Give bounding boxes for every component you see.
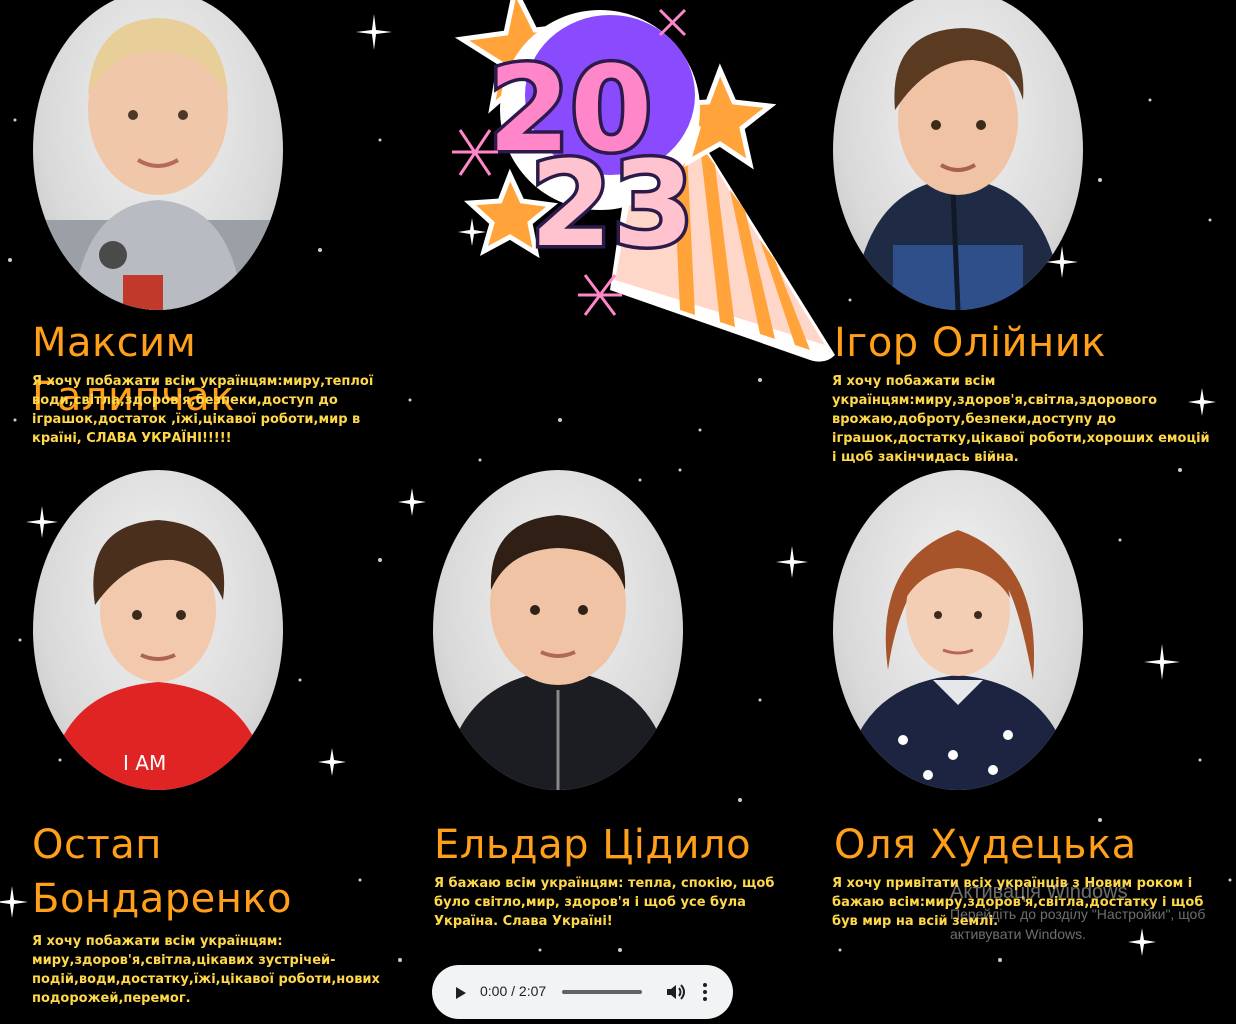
watermark-line2: Перейдіть до розділу "Настройки", щоб [950, 906, 1206, 922]
person-name: Остап Бондаренко [32, 818, 292, 926]
portrait-ostap: I AM [33, 470, 283, 790]
person-card-eldar: Ельдар Цідило Я бажаю всім українцям: те… [432, 465, 812, 945]
person-wish: Я хочу побажати всім українцям: миру,здо… [32, 934, 380, 1006]
watermark-line3: активувати Windows. [950, 926, 1086, 942]
new-year-2023-logo: 20 23 [452, 0, 835, 362]
more-options-icon[interactable] [700, 981, 710, 1003]
page-stage: 20 23 Максим Галипчак Я хочу побажати вс… [0, 0, 1236, 1024]
person-name: Ельдар Цідило [434, 822, 752, 868]
play-icon[interactable] [450, 983, 470, 1003]
person-wish: Я бажаю всім українцям: тепла, спокію, щ… [434, 876, 775, 929]
person-card-maksym: Максим Галипчак Я хочу побажати всім укр… [30, 0, 410, 460]
person-card-ostap: I AM Остап Бондаренко Я хочу побажати вс… [30, 465, 410, 1020]
volume-icon[interactable] [664, 981, 686, 1003]
person-name: Ігор Олійник [834, 320, 1106, 366]
person-name-line1: Остап [32, 822, 162, 868]
person-name: Оля Худецька [834, 822, 1137, 868]
person-wish: Я хочу побажати всім українцям:миру,тепл… [32, 374, 374, 446]
portrait-eldar [433, 470, 683, 790]
audio-progress-track[interactable] [562, 990, 642, 994]
portrait-ihor [833, 0, 1083, 310]
logo-year-bottom: 23 [530, 135, 694, 273]
watermark-line1: Активація Windows [950, 881, 1128, 903]
portrait-maksym [33, 0, 283, 310]
svg-text:I AM: I AM [123, 751, 166, 775]
person-wish: Я хочу побажати всім українцям:миру,здор… [832, 374, 1210, 465]
audio-time: 0:00 / 2:07 [480, 983, 547, 999]
person-name-line2: Бондаренко [32, 876, 293, 922]
portrait-olia [833, 470, 1083, 790]
windows-activation-watermark: Активація Windows Перейдіть до розділу "… [950, 880, 1205, 944]
person-card-ihor: Ігор Олійник Я хочу побажати всім україн… [832, 0, 1212, 470]
audio-player[interactable]: 0:00 / 2:07 [432, 965, 733, 1019]
person-card-olia: Оля Худецька Я хочу привітати всіх украї… [832, 465, 1212, 945]
